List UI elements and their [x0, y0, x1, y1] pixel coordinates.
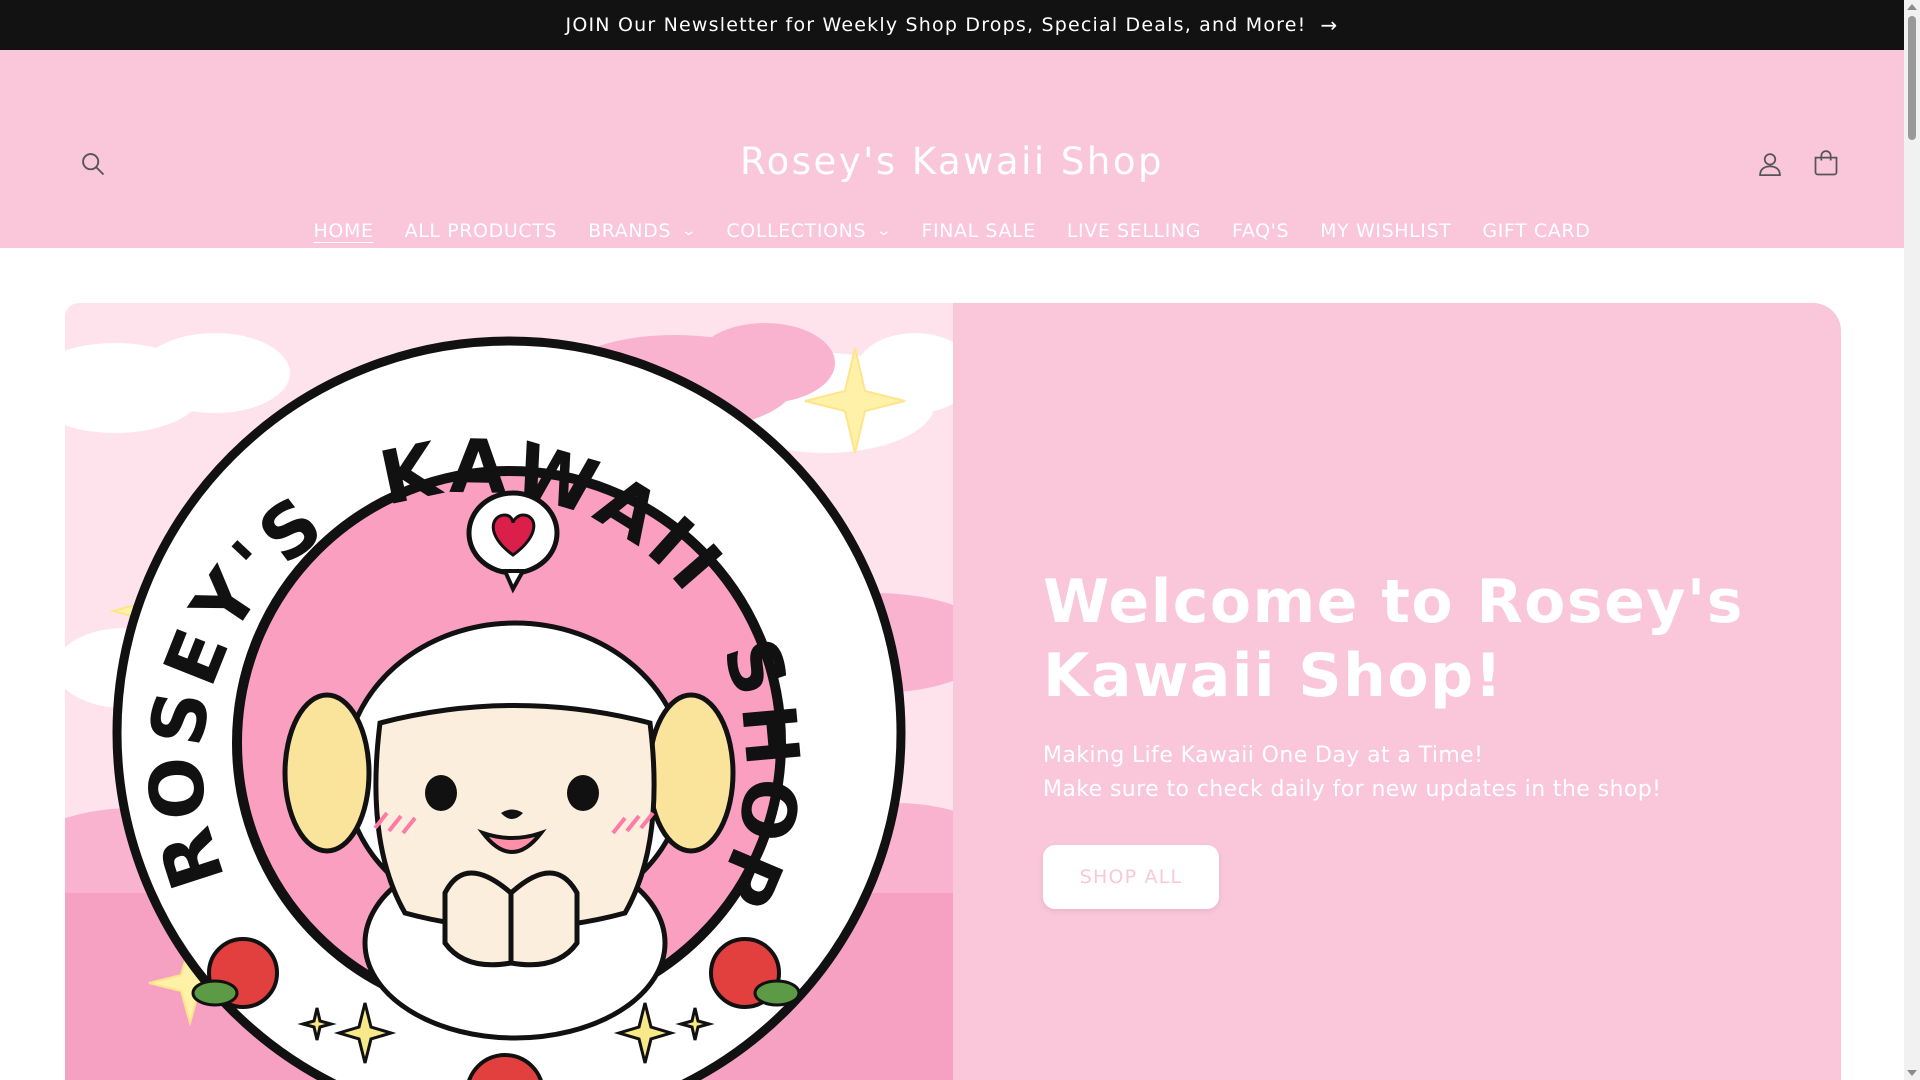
- nav-gift-card[interactable]: GIFT CARD: [1482, 220, 1590, 242]
- nav-label: LIVE SELLING: [1066, 220, 1202, 242]
- announcement-text: JOIN Our Newsletter for Weekly Shop Drop…: [565, 14, 1307, 36]
- announcement-bar[interactable]: JOIN Our Newsletter for Weekly Shop Drop…: [0, 0, 1904, 50]
- chevron-down-icon: ⌄: [680, 223, 698, 239]
- cart-button[interactable]: [1808, 146, 1844, 182]
- nav-label: GIFT CARD: [1482, 220, 1591, 242]
- nav-live-selling[interactable]: LIVE SELLING: [1067, 220, 1201, 242]
- main-navigation: HOME ALL PRODUCTS BRANDS ⌄ COLLECTIONS ⌄…: [0, 220, 1904, 242]
- nav-label: FAQ'S: [1232, 220, 1290, 242]
- scroll-up-icon[interactable]: [1907, 4, 1917, 10]
- nav-label: BRANDS: [588, 220, 672, 242]
- nav-faqs[interactable]: FAQ'S: [1232, 220, 1289, 242]
- nav-label: FINAL SALE: [921, 220, 1036, 242]
- hero-heading: Welcome to Rosey's Kawaii Shop!: [1043, 567, 1745, 711]
- account-icon: [1759, 153, 1781, 176]
- store-logo[interactable]: Rosey's Kawaii Shop: [0, 140, 1904, 183]
- nav-my-wishlist[interactable]: MY WISHLIST: [1320, 220, 1451, 242]
- account-button[interactable]: [1752, 146, 1788, 182]
- hero-banner: ROSEY'SKAWAII SHOP Welcome to Rosey's Ka…: [65, 303, 1841, 1080]
- nav-all-products[interactable]: ALL PRODUCTS: [405, 220, 558, 242]
- hero-subtext-line: Make sure to check daily for new updates…: [1043, 777, 1662, 802]
- nav-label: MY WISHLIST: [1320, 220, 1452, 242]
- kawaii-sheep-logo: ROSEY'SKAWAII SHOP: [65, 303, 953, 1080]
- nav-home[interactable]: HOME: [314, 220, 374, 242]
- nav-brands[interactable]: BRANDS ⌄: [588, 220, 698, 242]
- page-scrollbar[interactable]: [1904, 0, 1920, 1080]
- shop-all-button[interactable]: SHOP ALL: [1043, 845, 1219, 909]
- site-header: Rosey's Kawaii Shop HOME ALL PRODUCTS BR…: [0, 50, 1904, 248]
- nav-collections[interactable]: COLLECTIONS ⌄: [726, 220, 893, 242]
- hero-text-panel: Welcome to Rosey's Kawaii Shop! Making L…: [953, 303, 1841, 1080]
- chevron-down-icon: ⌄: [875, 223, 893, 239]
- arrow-right-icon: →: [1320, 13, 1339, 37]
- scrollbar-thumb[interactable]: [1908, 16, 1916, 140]
- cart-icon: [1814, 150, 1838, 176]
- nav-label: HOME: [313, 220, 374, 242]
- nav-label: ALL PRODUCTS: [404, 220, 558, 242]
- scroll-down-icon[interactable]: [1907, 1070, 1917, 1076]
- hero-subtext: Making Life Kawaii One Day at a Time! Ma…: [1043, 739, 1763, 807]
- hero-subtext-line: Making Life Kawaii One Day at a Time!: [1043, 743, 1484, 768]
- nav-final-sale[interactable]: FINAL SALE: [921, 220, 1035, 242]
- hero-logo-image: ROSEY'SKAWAII SHOP: [65, 303, 953, 1080]
- nav-label: COLLECTIONS: [726, 220, 867, 242]
- storefront-page: JOIN Our Newsletter for Weekly Shop Drop…: [0, 0, 1904, 1080]
